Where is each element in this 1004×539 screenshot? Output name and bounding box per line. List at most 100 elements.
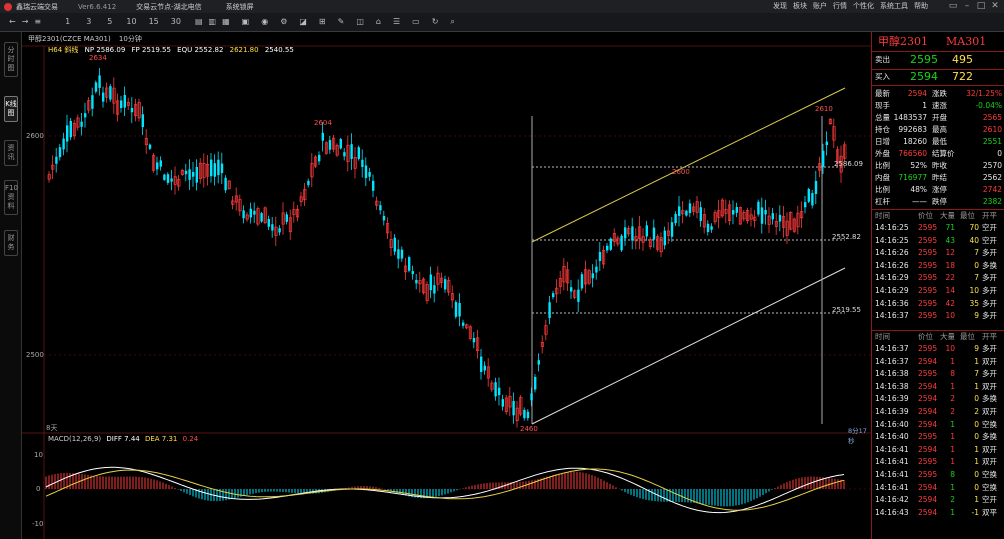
refresh-icon[interactable]: ↻: [429, 14, 442, 30]
high-mark-2600: 2600: [672, 168, 690, 176]
period-15-button[interactable]: 15: [146, 14, 162, 30]
menu-icon[interactable]: ≡: [31, 14, 44, 30]
home-icon[interactable]: ⌂: [373, 14, 384, 30]
kline-chart[interactable]: [22, 32, 871, 539]
chart-info-line1: 甲醇2301(CZCE MA301) 10分钟: [28, 34, 142, 44]
contract-code: MA301: [946, 35, 987, 48]
grid-icon[interactable]: ⊞: [316, 14, 329, 30]
tick-oi-change: 70: [969, 223, 979, 232]
search-icon[interactable]: ⌕: [447, 14, 457, 30]
close-icon[interactable]: ✕: [988, 0, 1002, 13]
tick-row[interactable]: 14:16:43 2594 1 -1 双平: [872, 507, 1004, 519]
tick-row[interactable]: 14:16:40 2595 1 0 多换: [872, 431, 1004, 443]
tick-row[interactable]: 14:16:38 2594 1 1 双开: [872, 381, 1004, 393]
candle-body: [498, 387, 501, 396]
th-vol: 大量: [940, 211, 955, 220]
tab-intraday[interactable]: 分时图: [4, 42, 18, 77]
candle-body: [66, 125, 69, 142]
tick-row[interactable]: 14:16:25 2595 71 70 空开: [872, 222, 1004, 234]
stat-value: 18260: [903, 137, 927, 146]
buy-row[interactable]: 买入 2594 722: [872, 70, 1004, 84]
chart-icon[interactable]: ▣: [239, 14, 253, 30]
stat-label: 涨停: [932, 185, 947, 194]
window-icon[interactable]: ▭: [409, 14, 423, 30]
forward-icon[interactable]: →: [19, 14, 32, 30]
stat-row: 比例 48% 涨停 2742: [872, 184, 1004, 196]
menu-account[interactable]: 账户: [813, 0, 827, 13]
menu-market[interactable]: 行情: [833, 0, 847, 13]
menu-discover[interactable]: 发现: [773, 0, 787, 13]
period-1-button[interactable]: 1: [62, 14, 73, 30]
sell-price[interactable]: 2595: [910, 53, 938, 67]
candle-body: [397, 249, 400, 259]
candle-body: [411, 271, 414, 275]
tick-row[interactable]: 14:16:25 2595 43 40 空开: [872, 235, 1004, 247]
candle-body: [530, 393, 533, 401]
tick-time: 14:16:25: [875, 235, 909, 245]
tick-row[interactable]: 14:16:29 2595 22 7 多开: [872, 272, 1004, 284]
tab-f10[interactable]: F10资料: [4, 180, 18, 215]
tick-price: 2594: [918, 381, 938, 391]
eye-icon[interactable]: ◉: [258, 14, 271, 30]
tick-row[interactable]: 14:16:41 2595 1 1 双开: [872, 456, 1004, 468]
tick-price: 2594: [918, 444, 938, 454]
period-label[interactable]: 10分钟: [119, 35, 142, 43]
macd-title[interactable]: MACD(12,26,9): [48, 435, 101, 443]
stat-value: 766560: [898, 149, 927, 158]
restore-icon[interactable]: ▭: [946, 0, 960, 13]
menu-personalize[interactable]: 个性化: [853, 0, 874, 13]
candle-body: [350, 144, 353, 159]
candle-body: [307, 180, 310, 186]
buy-price[interactable]: 2594: [910, 70, 938, 84]
tick-row[interactable]: 14:16:40 2594 1 0 空换: [872, 419, 1004, 431]
period-w-icon[interactable]: ▥: [206, 14, 220, 30]
candle-body: [494, 382, 497, 397]
draw-icon[interactable]: ◫: [353, 14, 367, 30]
tick-row[interactable]: 14:16:26 2595 18 0 多换: [872, 260, 1004, 272]
sell-row[interactable]: 卖出 2595 495: [872, 53, 1004, 67]
tick-row[interactable]: 14:16:37 2595 10 9 多开: [872, 310, 1004, 322]
maximize-icon[interactable]: □: [974, 0, 988, 13]
minimize-icon[interactable]: –: [960, 0, 974, 13]
tick-row[interactable]: 14:16:41 2594 1 1 双开: [872, 444, 1004, 456]
gear-icon[interactable]: ⚙: [277, 14, 290, 30]
back-icon[interactable]: ←: [6, 14, 19, 30]
period-10-button[interactable]: 10: [123, 14, 139, 30]
menu-tools[interactable]: 系统工具: [880, 0, 908, 13]
tab-news[interactable]: 资讯: [4, 140, 18, 166]
period-d-icon[interactable]: ▤: [192, 14, 206, 30]
menu-help[interactable]: 帮助: [914, 0, 928, 13]
tick-row[interactable]: 14:16:36 2595 42 35 多开: [872, 298, 1004, 310]
pin-icon[interactable]: ✎: [335, 14, 348, 30]
candle-body: [735, 207, 738, 213]
tick-price: 2595: [918, 311, 938, 321]
menu-sector[interactable]: 板块: [793, 0, 807, 13]
tick-row[interactable]: 14:16:39 2594 2 2 双开: [872, 406, 1004, 418]
tick-row[interactable]: 14:16:41 2594 1 0 空换: [872, 482, 1004, 494]
nav-lock[interactable]: 系统锁屏: [226, 2, 254, 12]
tick-row[interactable]: 14:16:42 2594 2 1 空开: [872, 494, 1004, 506]
tick-row[interactable]: 14:16:29 2595 14 10 多开: [872, 285, 1004, 297]
tab-kline[interactable]: K线图: [4, 96, 18, 122]
nav-node[interactable]: 交易云节点-湖北电信: [136, 2, 202, 12]
list-icon[interactable]: ☰: [390, 14, 403, 30]
tick-row[interactable]: 14:16:26 2595 12 7 多开: [872, 247, 1004, 259]
candle-body: [372, 180, 375, 191]
tab-news-label: 资讯: [7, 144, 15, 161]
period-5-button[interactable]: 5: [104, 14, 115, 30]
period-m-icon[interactable]: ▦: [219, 14, 233, 30]
tab-finance[interactable]: 财务: [4, 230, 18, 256]
eraser-icon[interactable]: ◪: [296, 14, 310, 30]
candle-body: [570, 287, 573, 292]
tick-row[interactable]: 14:16:41 2595 8 0 空换: [872, 469, 1004, 481]
chart-area[interactable]: 甲醇2301(CZCE MA301) 10分钟 H64 斜线 NP 2586.0…: [22, 32, 871, 539]
tick-row[interactable]: 14:16:37 2595 10 9 多开: [872, 343, 1004, 355]
indicator-label[interactable]: H64 斜线: [48, 46, 78, 54]
tick-row[interactable]: 14:16:37 2594 1 1 双开: [872, 356, 1004, 368]
tick-row[interactable]: 14:16:38 2595 8 7 多开: [872, 368, 1004, 380]
period-30-button[interactable]: 30: [168, 14, 184, 30]
tick-row[interactable]: 14:16:39 2594 2 0 多换: [872, 393, 1004, 405]
period-3-button[interactable]: 3: [83, 14, 94, 30]
candle-body: [807, 189, 810, 202]
tick-type: 空换: [982, 470, 997, 479]
